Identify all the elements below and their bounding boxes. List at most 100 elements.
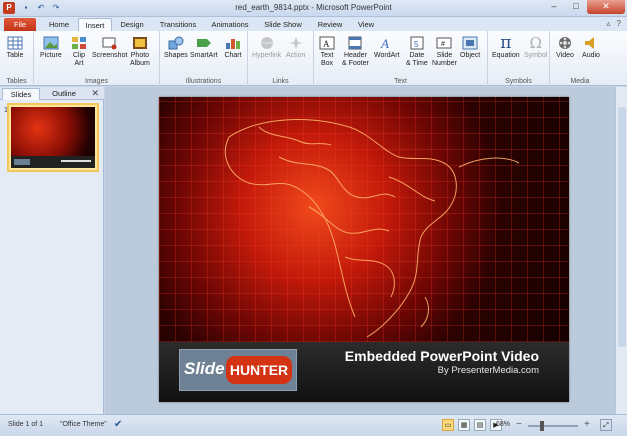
group-text: A Text Box Header & Footer A WordArt 5 D… [314, 31, 488, 86]
action-icon [287, 34, 305, 52]
object-button[interactable]: Object [460, 34, 480, 60]
maximize-button[interactable]: □ [565, 0, 587, 14]
minimize-button[interactable]: – [543, 0, 565, 14]
slide-1[interactable]: Slide HUNTER Embedded PowerPoint Video B… [159, 97, 569, 402]
symbol-button[interactable]: Ω Symbol [524, 34, 547, 60]
tab-review[interactable]: Review [312, 18, 348, 31]
scrollbar-thumb[interactable] [618, 107, 626, 347]
slide-thumbnail-image [11, 107, 95, 168]
ribbon-insert: Table Tables Picture Clip Art Screenshot… [0, 31, 627, 86]
equation-icon: π [500, 33, 512, 53]
text-box-icon: A [318, 34, 336, 52]
screenshot-button[interactable]: Screenshot [92, 34, 127, 60]
tab-file[interactable]: File [4, 18, 36, 31]
svg-text:#: # [441, 41, 445, 48]
slides-pane: Slides Outline ✕ 1 [0, 87, 104, 414]
earth-map-outline [224, 119, 520, 338]
fit-to-window-icon[interactable]: ⤢ [600, 419, 612, 431]
tab-transitions[interactable]: Transitions [154, 18, 202, 31]
tab-outline[interactable]: Outline [44, 88, 84, 100]
shapes-button[interactable]: Shapes [164, 34, 188, 60]
reading-view-icon[interactable]: ▤ [474, 419, 486, 431]
audio-icon [582, 34, 600, 52]
shapes-icon [167, 34, 185, 52]
slide-canvas: Slide HUNTER Embedded PowerPoint Video B… [105, 87, 627, 414]
group-media: Video Audio Media [550, 31, 610, 86]
table-button[interactable]: Table [6, 34, 24, 60]
slide-thumbnail[interactable] [7, 103, 99, 172]
logo-hunter-text: HUNTER [226, 356, 292, 384]
tab-slides[interactable]: Slides [2, 88, 40, 100]
video-button[interactable]: Video [556, 34, 574, 60]
close-button[interactable]: ✕ [587, 0, 625, 14]
symbol-icon: Ω [529, 34, 542, 52]
tab-home[interactable]: Home [42, 18, 76, 31]
picture-icon [42, 34, 60, 52]
header-footer-button[interactable]: Header & Footer [342, 34, 369, 68]
slide-sorter-view-icon[interactable]: ▦ [458, 419, 470, 431]
slide-subtitle: By PresenterMedia.com [437, 365, 539, 376]
group-symbols: π Equation Ω Symbol Symbols [488, 31, 550, 86]
slide-number-button[interactable]: # Slide Number [432, 34, 457, 68]
title-bar: P ▪ ↶ ↷ red_earth_9814.pptx - Microsoft … [0, 0, 627, 17]
group-label-media: Media [570, 78, 590, 85]
smartart-button[interactable]: SmartArt [190, 34, 218, 60]
zoom-slider-handle[interactable] [540, 421, 544, 431]
wordart-button[interactable]: A WordArt [374, 34, 400, 60]
clip-art-button[interactable]: Clip Art [70, 34, 88, 68]
zoom-out-button[interactable]: − [516, 419, 522, 430]
chart-button[interactable]: Chart [224, 34, 242, 60]
normal-view-icon[interactable]: ▭ [442, 419, 454, 431]
zoom-slider[interactable] [528, 425, 578, 427]
group-illustrations: Shapes SmartArt Chart Illustrations [160, 31, 248, 86]
zoom-level[interactable]: 68% [496, 421, 510, 428]
slide-footer-bar: Slide HUNTER Embedded PowerPoint Video B… [159, 342, 569, 402]
svg-text:A: A [323, 39, 330, 49]
video-icon [556, 34, 574, 52]
window-controls: – □ ✕ [543, 0, 625, 14]
tab-slide-show[interactable]: Slide Show [260, 18, 306, 31]
date-time-button[interactable]: 5 Date & Time [406, 34, 428, 68]
chart-icon [224, 34, 242, 52]
theme-status[interactable]: "Office Theme" [60, 421, 107, 428]
group-links: Hyperlink Action Links [248, 31, 314, 86]
thumbnail-title [61, 160, 91, 162]
picture-button[interactable]: Picture [40, 34, 62, 60]
close-pane-icon[interactable]: ✕ [91, 87, 99, 100]
clip-art-icon [70, 34, 88, 52]
table-icon [6, 34, 24, 52]
slide-title: Embedded PowerPoint Video [344, 348, 539, 364]
logo-slide-text: Slide [184, 359, 225, 378]
zoom-in-button[interactable]: + [584, 419, 590, 430]
status-bar: Slide 1 of 1 "Office Theme" ✔ ▭ ▦ ▤ ▶ 68… [0, 414, 627, 436]
minimize-ribbon-icon[interactable]: ▵ [607, 19, 611, 28]
header-footer-icon [346, 34, 364, 52]
action-button[interactable]: Action [286, 34, 305, 60]
tab-animations[interactable]: Animations [206, 18, 254, 31]
window-title: red_earth_9814.pptx - Microsoft PowerPoi… [235, 3, 392, 12]
tab-insert[interactable]: Insert [78, 18, 112, 31]
photo-album-button[interactable]: Photo Album [130, 34, 150, 68]
equation-button[interactable]: π Equation [492, 34, 520, 60]
group-label-images: Images [85, 78, 108, 85]
svg-text:A: A [380, 36, 389, 50]
tab-design[interactable]: Design [114, 18, 150, 31]
object-icon [461, 34, 479, 52]
group-label-symbols: Symbols [505, 78, 532, 85]
audio-button[interactable]: Audio [582, 34, 600, 60]
hyperlink-button[interactable]: Hyperlink [252, 34, 281, 60]
vertical-scrollbar[interactable] [615, 87, 627, 414]
text-box-button[interactable]: A Text Box [318, 34, 336, 68]
proofing-icon[interactable]: ✔ [114, 419, 122, 430]
slide-hunter-logo: Slide HUNTER [179, 349, 297, 391]
slide-count-status: Slide 1 of 1 [8, 421, 44, 428]
help-icon[interactable]: ? [617, 19, 621, 28]
group-label-tables: Tables [6, 78, 27, 85]
red-earth-background [159, 97, 569, 342]
thumbnail-logo [14, 159, 30, 165]
group-label-text: Text [394, 78, 407, 85]
view-buttons: ▭ ▦ ▤ ▶ [442, 419, 502, 431]
group-label-illustrations: Illustrations [185, 78, 222, 85]
tab-view[interactable]: View [352, 18, 380, 31]
group-images: Picture Clip Art Screenshot Photo Album … [34, 31, 160, 86]
